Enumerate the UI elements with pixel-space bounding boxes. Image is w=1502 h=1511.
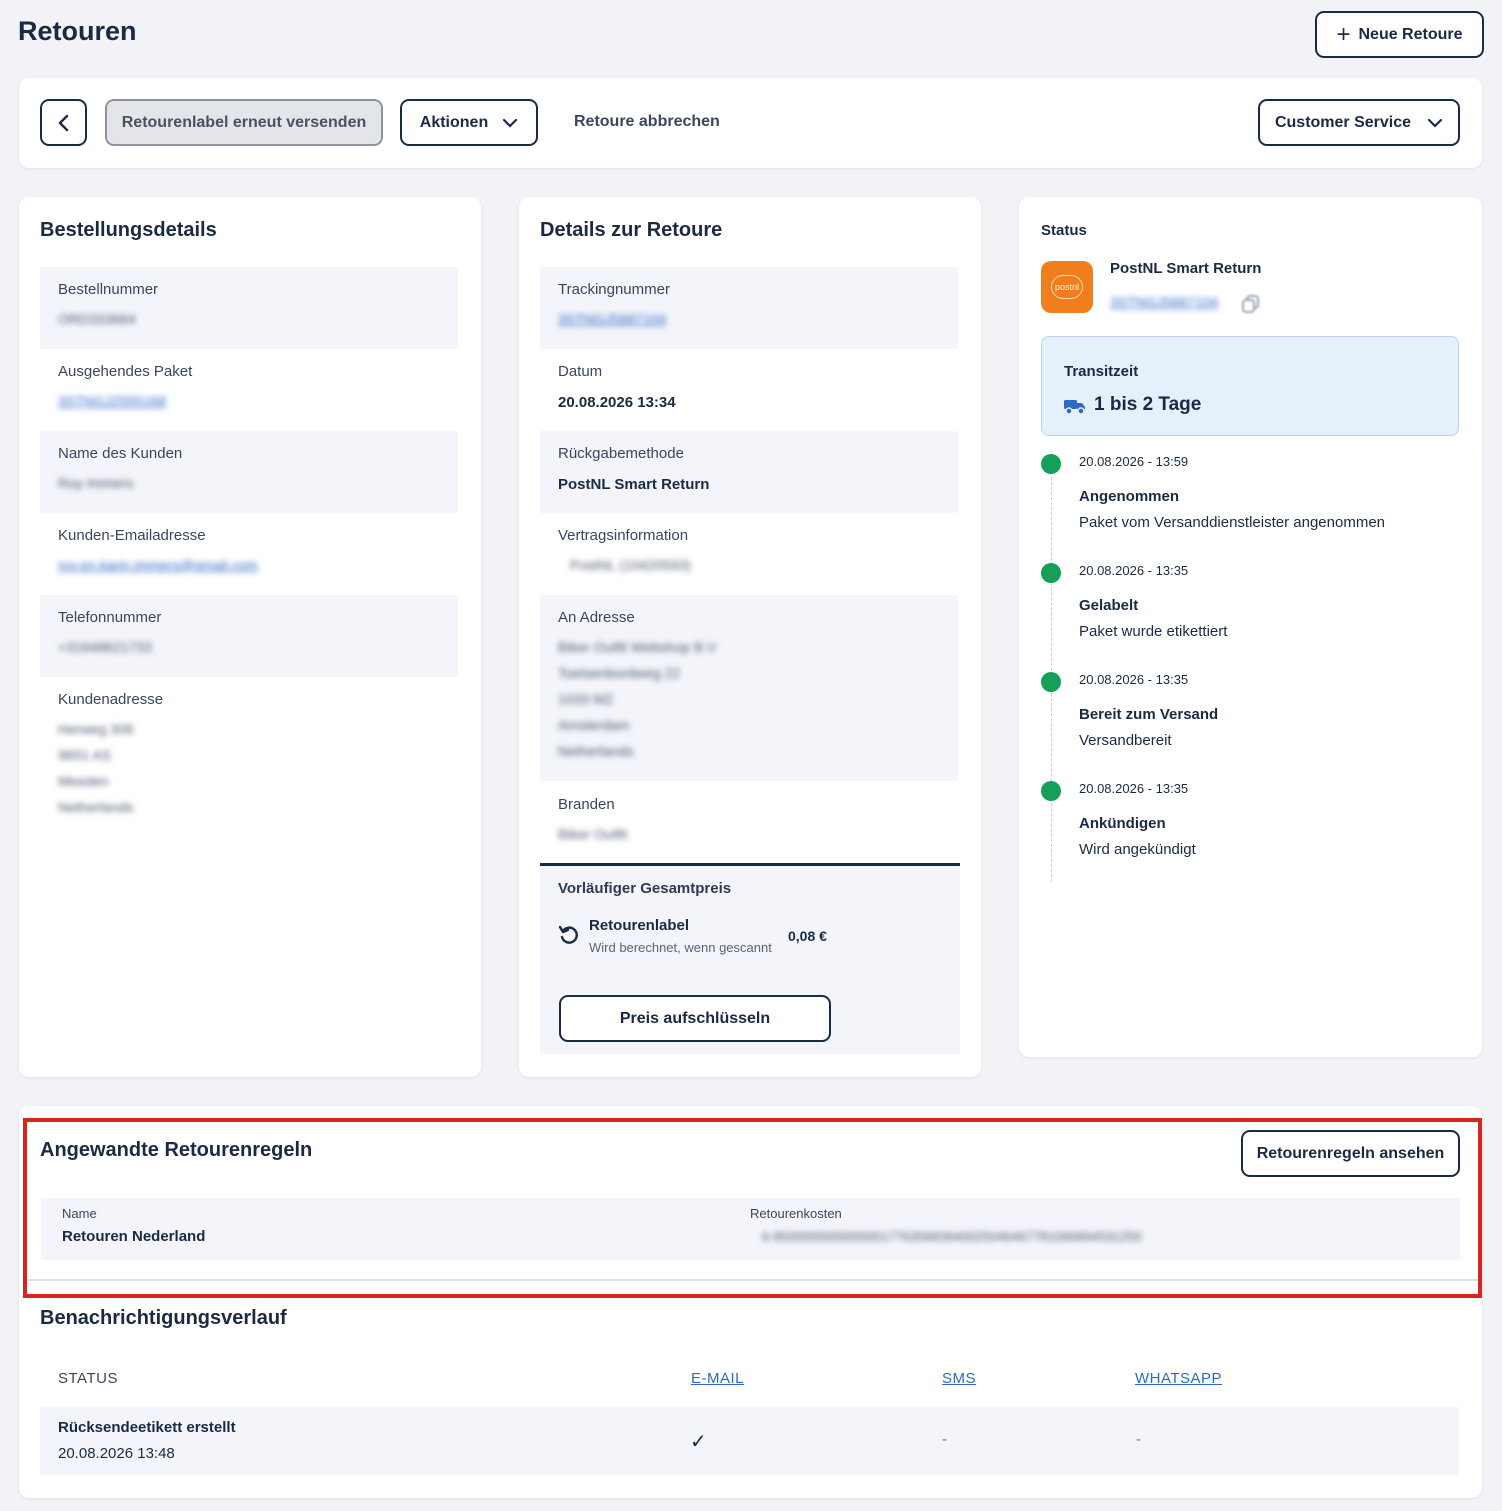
- customer-address-field: Kundenadresse Herweg 306 9651 AS Meeden …: [40, 677, 458, 837]
- rules-row-costs: 6.95000000000000017763568394002504646778…: [762, 1229, 1142, 1244]
- sms-value: -: [942, 1431, 947, 1448]
- outgoing-package-link[interactable]: 3STNGJ2555168: [58, 388, 440, 414]
- notification-date: 20.08.2026 13:48: [58, 1445, 175, 1462]
- customer-email-field: Kunden-Emailadresse roy.en.karin.immers@…: [40, 513, 458, 595]
- return-method-value: PostNL Smart Return: [558, 476, 710, 493]
- price-amount: 0,08 €: [788, 928, 827, 944]
- rules-row: Name Retouren Nederland Retourenkosten 6…: [41, 1198, 1460, 1260]
- address-line: Herweg 306: [58, 721, 134, 737]
- carrier-name: PostNL Smart Return: [1110, 260, 1262, 277]
- transit-box: Transitzeit 1 bis 2 Tage: [1041, 336, 1459, 436]
- transit-value: 1 bis 2 Tage: [1094, 394, 1202, 415]
- col-status-header: STATUS: [58, 1370, 118, 1387]
- chevron-down-icon: [1427, 118, 1443, 128]
- customer-name-value: Roy Immers: [58, 475, 134, 491]
- price-item-note: Wird berechnet, wenn gescannt: [589, 940, 772, 955]
- address-line: Netherlands: [558, 743, 634, 759]
- rules-divider: [27, 1279, 1478, 1281]
- order-details-card: Bestellungsdetails Bestellnummer ORD3336…: [19, 197, 481, 1077]
- rules-title: Angewandte Retourenregeln: [40, 1139, 313, 1161]
- resend-label-button[interactable]: Retourenlabel erneut versenden: [105, 99, 383, 146]
- address-line: 9651 AS: [58, 747, 111, 763]
- notification-status: Rücksendeetikett erstellt: [58, 1419, 236, 1436]
- to-address-field: An Adresse Biker Outfit Webshop B.V Toet…: [540, 595, 958, 781]
- contract-field: Vertragsinformation PostNL (10420593): [540, 513, 958, 595]
- rules-col-costs: Retourenkosten: [750, 1206, 842, 1221]
- tracking-field: Trackingnummer 3STNGJ5687104: [540, 267, 958, 349]
- status-title: Status: [1041, 222, 1087, 239]
- plus-icon: +: [1336, 20, 1351, 48]
- price-breakdown-button[interactable]: Preis aufschlüsseln: [559, 995, 831, 1042]
- outgoing-package-field: Ausgehendes Paket 3STNGJ2555168: [40, 349, 458, 431]
- chevron-left-icon: [58, 114, 68, 131]
- status-card: Status postnl PostNL Smart Return 3STNGJ…: [1019, 197, 1482, 1057]
- date-value: 20.08.2026 13:34: [558, 394, 676, 411]
- contract-value: PostNL (10420593): [570, 557, 691, 573]
- postnl-logo: postnl: [1041, 261, 1093, 313]
- col-sms-header[interactable]: SMS: [942, 1370, 976, 1387]
- status-dot: [1041, 563, 1061, 583]
- bottom-card: Angewandte Retourenregeln Retourenregeln…: [19, 1106, 1482, 1498]
- order-number-value: ORD333664: [58, 311, 136, 327]
- return-details-title: Details zur Retoure: [540, 219, 723, 241]
- status-dot: [1041, 781, 1061, 801]
- email-check-icon: ✓: [690, 1431, 707, 1453]
- order-number-field: Bestellnummer ORD333664: [40, 267, 458, 349]
- price-section: Vorläufiger Gesamtpreis Retourenlabel Wi…: [540, 866, 960, 1054]
- notifications-title: Benachrichtigungsverlauf: [40, 1307, 287, 1329]
- rotate-ccw-icon: [558, 924, 580, 951]
- tracking-link[interactable]: 3STNGJ5687104: [558, 306, 940, 332]
- col-whatsapp-header[interactable]: WHATSAPP: [1135, 1370, 1222, 1387]
- address-line: Netherlands: [58, 799, 134, 815]
- address-line: Toetsenbordweg 22: [558, 665, 681, 681]
- truck-icon: [1063, 397, 1087, 420]
- return-details-card: Details zur Retoure Trackingnummer 3STNG…: [519, 197, 981, 1077]
- whatsapp-value: -: [1136, 1431, 1141, 1448]
- date-field: Datum 20.08.2026 13:34: [540, 349, 958, 431]
- new-return-button[interactable]: + Neue Retoure: [1315, 11, 1484, 58]
- view-rules-button[interactable]: Retourenregeln ansehen: [1241, 1130, 1460, 1177]
- status-dot: [1041, 454, 1061, 474]
- address-line: Meeden: [58, 773, 109, 789]
- price-item-title: Retourenlabel: [589, 917, 690, 934]
- rules-col-name: Name: [62, 1206, 97, 1221]
- return-method-field: Rückgabemethode PostNL Smart Return: [540, 431, 958, 513]
- customer-email-link[interactable]: roy.en.karin.immers@gmail.com: [58, 552, 440, 578]
- address-line: Biker Outfit Webshop B.V: [558, 639, 717, 655]
- back-button[interactable]: [40, 99, 87, 146]
- order-details-title: Bestellungsdetails: [40, 219, 217, 241]
- rules-row-name: Retouren Nederland: [62, 1228, 206, 1245]
- brand-value: Biker Outfit: [558, 826, 628, 842]
- copy-icon[interactable]: [1241, 294, 1261, 319]
- phone-field: Telefonnummer +31648621733: [40, 595, 458, 677]
- carrier-tracking-link[interactable]: 3STNGJ5687104: [1110, 289, 1218, 315]
- actions-dropdown[interactable]: Aktionen: [400, 99, 538, 146]
- status-dot: [1041, 672, 1061, 692]
- brand-field: Branden Biker Outfit: [540, 782, 958, 864]
- notification-row: Rücksendeetikett erstellt 20.08.2026 13:…: [40, 1407, 1459, 1475]
- customer-name-field: Name des Kunden Roy Immers: [40, 431, 458, 513]
- phone-value: +31648621733: [58, 639, 152, 655]
- cancel-return-link[interactable]: Retoure abbrechen: [574, 113, 720, 131]
- toolbar: Retourenlabel erneut versenden Aktionen …: [19, 78, 1482, 168]
- customer-service-dropdown[interactable]: Customer Service: [1258, 99, 1460, 146]
- chevron-down-icon: [503, 118, 518, 128]
- address-line: 1033 MZ: [558, 691, 614, 707]
- address-line: Amsterdam: [558, 717, 630, 733]
- rules-section: Angewandte Retourenregeln Retourenregeln…: [23, 1118, 1482, 1298]
- page-title: Retouren: [18, 16, 137, 46]
- transit-label: Transitzeit: [1064, 363, 1139, 380]
- col-email-header[interactable]: E-MAIL: [691, 1370, 744, 1387]
